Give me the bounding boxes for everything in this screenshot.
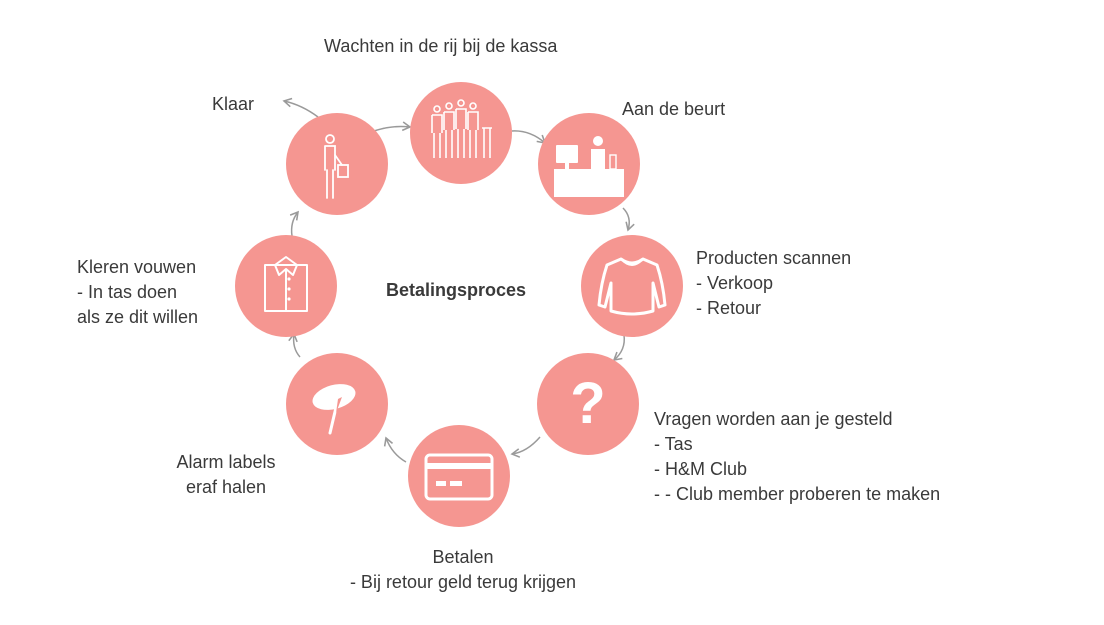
label-line: eraf halen <box>185 477 267 497</box>
step-fold-label: Kleren vouwen - In tas doen als ze dit w… <box>77 255 198 330</box>
label-line: Aan de beurt <box>622 99 726 119</box>
step-tags <box>286 353 388 455</box>
queue-icon <box>431 99 492 158</box>
process-diagram: Betalingsproces Wachten in de rij bij de… <box>0 0 1104 625</box>
label-line: - Bij retour geld terug krijgen <box>349 572 577 592</box>
security-tag-icon <box>312 384 356 435</box>
label-line: - Verkoop <box>696 273 774 293</box>
step-queue-label: Wachten in de rij bij de kassa <box>324 34 557 59</box>
arrow-5-6 <box>383 436 407 463</box>
label-line: - Tas <box>654 434 693 454</box>
label-line: - Retour <box>696 298 762 318</box>
label-line: Producten scannen <box>696 248 852 268</box>
step-fold <box>235 235 337 337</box>
step-cashier-label: Aan de beurt <box>622 97 725 122</box>
step-scan-label: Producten scannen - Verkoop - Retour <box>696 246 851 321</box>
label-line: - In tas doen <box>77 282 178 302</box>
step-done <box>286 113 388 215</box>
label-line: Klaar <box>212 94 255 114</box>
step-scan <box>581 235 683 337</box>
arrow-4-5 <box>510 436 541 458</box>
arrow-7-8 <box>289 210 299 237</box>
step-done-label: Klaar <box>212 92 254 117</box>
cashier-desk-icon <box>554 136 624 197</box>
folded-shirt-icon <box>264 256 308 312</box>
payment-card-icon <box>424 453 494 501</box>
label-line: - - Club member proberen te maken <box>654 484 941 504</box>
step-questions: ? <box>537 353 639 455</box>
label-line: Betalen <box>432 547 494 567</box>
step-cashier <box>538 113 640 215</box>
center-title: Betalingsproces <box>386 280 527 300</box>
label-line: Vragen worden aan je gesteld <box>654 409 893 429</box>
label-line: als ze dit willen <box>77 307 199 327</box>
step-pay <box>408 425 510 527</box>
sweater-icon <box>597 257 667 316</box>
label-line: Wachten in de rij bij de kassa <box>324 36 558 56</box>
step-questions-label: Vragen worden aan je gesteld - Tas - H&M… <box>654 407 940 507</box>
question-mark-icon: ? <box>570 371 605 436</box>
svg-text:?: ? <box>570 371 605 436</box>
label-line: Kleren vouwen <box>77 257 197 277</box>
label-line: Alarm labels <box>176 452 276 472</box>
shopper-with-bag-icon <box>324 134 349 199</box>
step-pay-label: Betalen - Bij retour geld terug krijgen <box>330 545 596 595</box>
step-queue <box>410 82 512 184</box>
label-line: - H&M Club <box>654 459 748 479</box>
step-tags-label: Alarm labels eraf halen <box>166 450 286 500</box>
